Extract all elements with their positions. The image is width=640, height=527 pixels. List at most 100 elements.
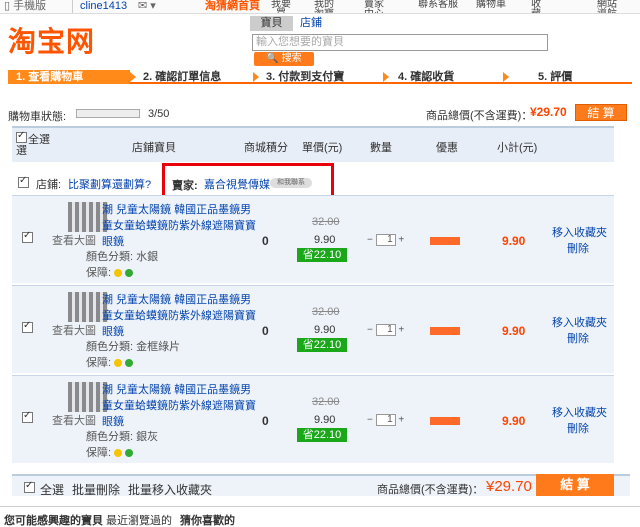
item-subtotal: 9.90	[502, 414, 526, 428]
search-icon: 🔍	[266, 53, 279, 64]
search-tab-shops[interactable]: 店鋪	[300, 16, 322, 31]
item-color: 顏色分類: 銀灰	[86, 431, 159, 443]
cart-item: 查看大圖 潮 兒童太陽鏡 韓國正品墨鏡男童女童蛤蟆鏡防紫外線遮陽寶寶眼鏡 顏色分…	[12, 195, 614, 283]
item-color: 顏色分類: 金框綠片	[86, 341, 181, 353]
promo-badge	[430, 237, 460, 245]
nav-my-taobao[interactable]: 我的淘寶	[312, 0, 336, 13]
quantity-input[interactable]: 1	[375, 324, 396, 336]
guarantee-icon	[125, 449, 134, 458]
item-points: 0	[262, 234, 269, 248]
delete-link[interactable]: 刪除	[567, 330, 589, 346]
cart-table-header: 全選 店鋪寶貝 商城積分 單價(元) 數量 優惠 小計(元)	[12, 126, 614, 162]
view-large-link[interactable]: 查看大圖	[52, 322, 96, 338]
promo-badge	[430, 417, 460, 425]
header-discount: 優惠	[436, 142, 458, 154]
item-points: 0	[262, 324, 269, 338]
step-arrow-icon	[130, 72, 136, 82]
recommend-label: 您可能感興趣的寶貝	[4, 515, 103, 527]
item-guarantee: 保障:	[86, 444, 134, 460]
delete-link[interactable]: 刪除	[567, 420, 589, 436]
total-label: 商品總價(不含運費)：	[426, 110, 533, 122]
guarantee-label: 保障:	[86, 357, 112, 369]
total-price: ¥29.70	[530, 105, 567, 119]
step-confirm-order: 2. 確認訂單信息	[143, 71, 222, 83]
item-checkbox[interactable]	[22, 320, 33, 333]
quantity-stepper[interactable]: − 1 +	[367, 324, 404, 336]
header-item: 店鋪寶貝	[132, 142, 176, 154]
item-color: 顏色分類: 水銀	[86, 251, 159, 263]
checkout-button[interactable]: 結 算	[575, 104, 627, 121]
cart-status-count: 3/50	[148, 108, 170, 120]
item-price: 9.90	[314, 414, 336, 426]
view-large-link[interactable]: 查看大圖	[52, 232, 96, 248]
item-title[interactable]: 潮 兒童太陽鏡 韓國正品墨鏡男童女童蛤蟆鏡防紫外線遮陽寶寶眼鏡	[102, 202, 256, 250]
item-subtotal: 9.90	[502, 324, 526, 338]
step-pay: 3. 付款到支付寶	[266, 71, 345, 83]
item-checkbox[interactable]	[22, 230, 33, 243]
delete-link[interactable]: 刪除	[567, 240, 589, 256]
tab-guess[interactable]: 猜你喜歡的	[180, 512, 235, 527]
footer-total-label: 商品總價(不含運費)：	[377, 484, 484, 496]
checkout-steps: 1. 查看購物車 2. 確認訂單信息 3. 付款到支付寶 4. 確認收貨 5. …	[8, 70, 632, 84]
header-qty: 數量	[370, 142, 392, 154]
nav-seller-center[interactable]: 賣家中心	[360, 0, 388, 13]
nav-cart[interactable]: 購物車	[476, 0, 506, 10]
guarantee-icon	[114, 449, 123, 458]
search-button[interactable]: 🔍 搜索	[254, 52, 314, 66]
taobao-home-link[interactable]: 淘猜網首頁	[205, 0, 260, 12]
top-bar: ▯ 手機版 cline1413 ✉ ▾ 淘猜網首頁 我要買 我的淘寶 賣家中心 …	[0, 0, 640, 14]
item-title[interactable]: 潮 兒童太陽鏡 韓國正品墨鏡男童女童蛤蟆鏡防紫外線遮陽寶寶眼鏡	[102, 382, 256, 430]
recommend-bar: 您可能感興趣的寶貝 最近瀏覽過的 猜你喜歡的	[0, 506, 640, 527]
item-original-price: 32.00	[312, 306, 340, 318]
mobile-link[interactable]: ▯ 手機版	[4, 0, 46, 12]
guarantee-icon	[125, 359, 134, 368]
nav-site-map[interactable]: 網站導航	[596, 0, 618, 13]
cart-item: 查看大圖 潮 兒童太陽鏡 韓國正品墨鏡男童女童蛤蟆鏡防紫外線遮陽寶寶眼鏡 顏色分…	[12, 375, 614, 463]
item-title[interactable]: 潮 兒童太陽鏡 韓國正品墨鏡男童女童蛤蟆鏡防紫外線遮陽寶寶眼鏡	[102, 292, 256, 340]
batch-favorites-link[interactable]: 批量移入收藏夾	[128, 481, 212, 498]
search-tab-items[interactable]: 寶貝	[250, 16, 293, 31]
quantity-stepper[interactable]: − 1 +	[367, 414, 404, 426]
taobao-logo[interactable]: 淘宝网	[8, 20, 95, 60]
step-arrow-icon	[503, 72, 509, 82]
step-review: 5. 評價	[538, 71, 573, 83]
footer-select-all-label: 全選	[40, 483, 65, 497]
item-checkbox[interactable]	[22, 410, 33, 423]
search-input[interactable]: 輸入您想要的寶貝	[252, 34, 548, 51]
footer-select-all-checkbox[interactable]	[24, 480, 35, 493]
footer-checkout-button[interactable]: 結 算	[536, 474, 614, 496]
batch-delete-link[interactable]: 批量刪除	[72, 481, 120, 498]
step-arrow-icon	[383, 72, 389, 82]
step-view-cart: 1. 查看購物車	[8, 70, 130, 84]
shop-checkbox[interactable]	[18, 175, 29, 188]
quantity-stepper[interactable]: − 1 +	[367, 234, 404, 246]
cart-status-bar	[76, 109, 140, 118]
message-icon[interactable]: ✉ ▾	[138, 0, 156, 12]
item-original-price: 32.00	[312, 396, 340, 408]
step-arrow-icon	[253, 72, 259, 82]
quantity-input[interactable]: 1	[375, 414, 396, 426]
view-large-link[interactable]: 查看大圖	[52, 412, 96, 428]
guarantee-label: 保障:	[86, 267, 112, 279]
item-savings: 省22.10	[297, 248, 347, 262]
guarantee-label: 保障:	[86, 447, 112, 459]
shop-label: 店鋪:	[36, 179, 62, 191]
footer-total-price: ¥29.70	[486, 478, 532, 495]
tab-recent[interactable]: 最近瀏覽過的	[106, 512, 172, 527]
item-savings: 省22.10	[297, 338, 347, 352]
step-confirm-receipt: 4. 確認收貨	[398, 71, 455, 83]
move-to-favorites-link[interactable]: 移入收藏夾	[552, 404, 607, 420]
quantity-input[interactable]: 1	[375, 234, 396, 246]
user-link[interactable]: cline1413	[80, 0, 127, 12]
shop-link[interactable]: 比聚劃算還劃算?	[68, 176, 151, 192]
promo-badge	[430, 327, 460, 335]
item-savings: 省22.10	[297, 428, 347, 442]
header-unit-price: 單價(元)	[302, 142, 343, 154]
nav-buy[interactable]: 我要買	[270, 0, 292, 13]
item-price: 9.90	[314, 234, 336, 246]
move-to-favorites-link[interactable]: 移入收藏夾	[552, 314, 607, 330]
nav-contact[interactable]: 聯系客服	[410, 0, 466, 10]
search-button-label: 搜索	[281, 53, 302, 64]
move-to-favorites-link[interactable]: 移入收藏夾	[552, 224, 607, 240]
nav-favorites[interactable]: 收藏夾	[530, 0, 542, 13]
